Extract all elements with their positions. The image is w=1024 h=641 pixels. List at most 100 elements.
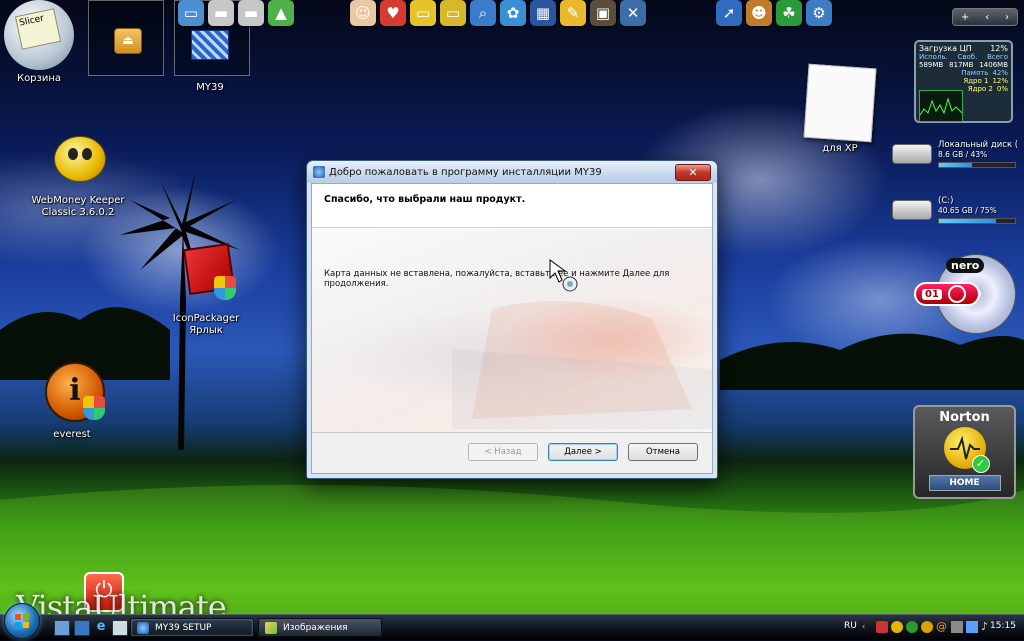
cpu-value: 12% <box>990 44 1008 53</box>
next-icon[interactable]: › <box>1005 12 1009 23</box>
iconpackager-icon <box>174 240 238 310</box>
start-button[interactable] <box>4 603 40 639</box>
dialog-content: Спасибо, что выбрали наш продукт. Карта … <box>311 183 713 474</box>
switch-windows-icon[interactable] <box>74 620 90 636</box>
norton-tray-icon[interactable] <box>891 621 903 633</box>
top-dock-right: ➚ ☻ ☘ ⚙ <box>716 0 832 28</box>
dialog-body: Карта данных не вставлена, пожалуйста, в… <box>312 229 712 435</box>
desktop-icon-label: Корзина <box>16 73 62 84</box>
taskbar-button-images[interactable]: Изображения <box>258 618 382 637</box>
dialog-footer: < Назад Далее > Отмена <box>312 432 712 473</box>
image-icon[interactable]: ▣ <box>590 0 616 26</box>
drive-icon[interactable]: ▬ <box>208 0 234 26</box>
norton-gadget[interactable]: Norton ✓ HOME <box>913 405 1016 499</box>
cpu-val: 817MB <box>949 61 974 69</box>
back-button[interactable]: < Назад <box>468 443 538 461</box>
core2-label: Ядро 2 <box>967 85 993 93</box>
cursor-icon[interactable]: ➚ <box>716 0 742 26</box>
frog-icon[interactable]: ☘ <box>776 0 802 26</box>
computer-icon[interactable]: ▭ <box>178 0 204 26</box>
window-icon[interactable] <box>112 620 128 636</box>
cpu-meter-gadget[interactable]: Загрузка ЦП 12% Исполь. Своб. Всего 589MB 81… <box>914 40 1013 123</box>
core1-value: 12% <box>992 77 1008 85</box>
top-dock-left: ▭ ▬ ▬ ▲ <box>178 0 294 28</box>
close-button[interactable]: ✕ <box>675 164 711 181</box>
network-icon[interactable]: ⚙ <box>806 0 832 26</box>
quick-launch: e <box>54 620 128 636</box>
at-icon[interactable]: @ <box>936 621 948 633</box>
desktop-icon-webmoney[interactable]: WebMoney Keeper Classic 3.6.0.2 <box>30 122 126 219</box>
keyboard-hand-watermark <box>452 301 712 429</box>
core2-value: 0% <box>996 85 1008 93</box>
installer-dialog: Добро пожаловать в программу инсталляции… <box>306 160 718 479</box>
desktop-icon-label: everest <box>53 429 91 440</box>
nero-gadget[interactable]: nero 01 <box>912 250 1016 336</box>
busy-cursor-icon <box>548 258 580 297</box>
hard-drive-icon <box>892 200 932 220</box>
desktop-icon-recycle-bin[interactable]: Slicer Корзина <box>0 0 87 85</box>
settings-icon[interactable]: ✿ <box>500 0 526 26</box>
nero-button[interactable]: 01 <box>914 282 980 306</box>
dialog-titlebar[interactable]: Добро пожаловать в программу инсталляции… <box>307 161 717 183</box>
my39-icon[interactable]: ▦ <box>530 0 556 26</box>
drive-name: Локальный диск ( <box>938 140 1019 150</box>
recycle-bin-icon: Slicer <box>4 0 74 70</box>
folder-icon[interactable]: ▭ <box>440 0 466 26</box>
expand-tray-icon[interactable]: ‹ <box>862 622 865 631</box>
drive-gadget-2[interactable]: (C:) 40.65 GB / 75% <box>892 196 1020 230</box>
drive-size: 8.6 GB / 43% <box>938 150 988 159</box>
drive-gadget-1[interactable]: Локальный диск ( 8.6 GB / 43% <box>892 140 1020 174</box>
close-icon: ✕ <box>688 166 698 179</box>
heart-icon[interactable]: ♥ <box>380 0 406 26</box>
wrench-icon[interactable]: ✕ <box>620 0 646 26</box>
network-icon[interactable] <box>951 621 963 633</box>
drive-icon[interactable]: ▬ <box>238 0 264 26</box>
eject-icon[interactable]: ⏏ <box>114 28 142 54</box>
desktop-icon-xp-note[interactable]: для XP <box>792 63 888 155</box>
tools-icon[interactable]: ✎ <box>560 0 586 26</box>
tray-icon[interactable] <box>876 621 888 633</box>
folder-icon[interactable]: ▭ <box>410 0 436 26</box>
next-button[interactable]: Далее > <box>548 443 618 461</box>
setup-icon <box>137 621 149 634</box>
note: Slicer <box>14 8 62 50</box>
search-icon[interactable]: ⌕ <box>470 0 496 26</box>
dialog-message: Карта данных не вставлена, пожалуйста, в… <box>324 269 670 289</box>
clock[interactable]: 15:15 <box>990 621 1016 631</box>
drive-size: 40.65 GB / 75% <box>938 206 997 215</box>
cpu-val: 1406MB <box>979 61 1008 69</box>
tray-icon[interactable] <box>906 621 918 633</box>
norton-home-button[interactable]: HOME <box>928 475 1001 491</box>
character-icon[interactable]: ☺ <box>350 0 376 26</box>
memory-value: 42% <box>992 69 1008 77</box>
record-icon <box>947 285 966 303</box>
hard-drive-icon <box>892 144 932 164</box>
language-indicator[interactable]: RU <box>844 621 857 631</box>
dialog-title: Добро пожаловать в программу инсталляции… <box>329 166 602 178</box>
dialog-heading: Спасибо, что выбрали наш продукт. <box>324 194 526 205</box>
desktop-icon-my39[interactable]: MY39 <box>162 30 258 94</box>
monitor-icon[interactable] <box>966 621 978 633</box>
desktop-icon-label: MY39 <box>196 82 224 93</box>
nero-badge: 01 <box>922 288 942 300</box>
folder-icon <box>265 621 277 634</box>
pictures-icon[interactable]: ▲ <box>268 0 294 26</box>
monkey-icon[interactable]: ☻ <box>746 0 772 26</box>
desktop-icon-label: для XP <box>822 143 858 154</box>
previous-icon[interactable]: ‹ <box>985 12 989 23</box>
drive-usage-bar <box>938 218 1016 224</box>
desktop-icon-iconpackager[interactable]: IconPackager Ярлык <box>158 240 254 337</box>
drive-name: (C:) <box>938 196 954 206</box>
drive-usage-fill <box>939 219 996 223</box>
cancel-button[interactable]: Отмена <box>628 443 698 461</box>
document-icon <box>803 63 877 143</box>
show-desktop-icon[interactable] <box>54 620 70 636</box>
dialog-header: Спасибо, что выбрали наш продукт. <box>312 184 712 228</box>
tray-icon[interactable] <box>921 621 933 633</box>
taskbar-button-my39-setup[interactable]: MY39 SETUP <box>130 618 254 637</box>
core1-label: Ядро 1 <box>963 77 989 85</box>
taskbar: e MY39 SETUP Изображения RU ‹ @ ♪ 15:15 <box>0 614 1024 640</box>
add-gadget-icon[interactable]: + <box>961 12 969 23</box>
internet-explorer-icon[interactable]: e <box>94 620 108 634</box>
desktop-icon-everest[interactable]: i everest <box>24 356 120 441</box>
